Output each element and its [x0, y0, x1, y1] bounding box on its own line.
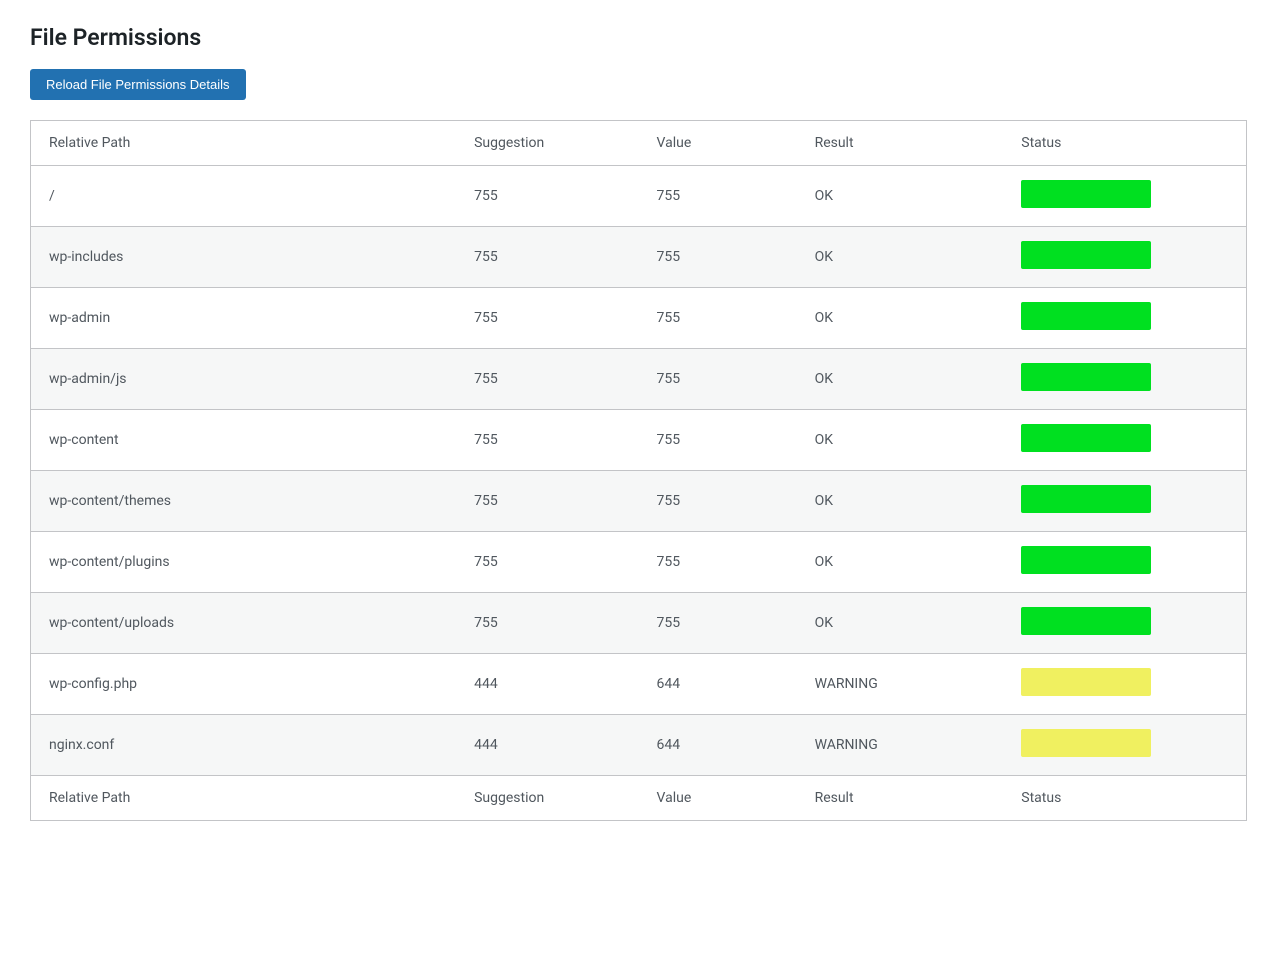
table-row: wp-content755755OK — [31, 410, 1247, 471]
cell-result: OK — [797, 471, 1004, 532]
cell-result: OK — [797, 227, 1004, 288]
status-badge — [1021, 424, 1151, 452]
cell-result: OK — [797, 532, 1004, 593]
cell-path: wp-content — [31, 410, 457, 471]
cell-path: wp-admin — [31, 288, 457, 349]
cell-path: wp-config.php — [31, 654, 457, 715]
cell-suggestion: 755 — [456, 227, 638, 288]
status-badge — [1021, 180, 1151, 208]
footer-path: Relative Path — [31, 776, 457, 821]
cell-status — [1003, 654, 1246, 715]
col-header-path: Relative Path — [31, 121, 457, 166]
table-row: wp-config.php444644WARNING — [31, 654, 1247, 715]
table-row: wp-content/uploads755755OK — [31, 593, 1247, 654]
cell-path: wp-content/plugins — [31, 532, 457, 593]
cell-suggestion: 755 — [456, 349, 638, 410]
col-header-value: Value — [638, 121, 796, 166]
cell-result: OK — [797, 593, 1004, 654]
table-row: /755755OK — [31, 166, 1247, 227]
cell-status — [1003, 410, 1246, 471]
cell-path: wp-content/uploads — [31, 593, 457, 654]
reload-button[interactable]: Reload File Permissions Details — [30, 69, 246, 100]
col-header-status: Status — [1003, 121, 1246, 166]
permissions-table: Relative Path Suggestion Value Result St… — [30, 120, 1247, 821]
cell-result: OK — [797, 288, 1004, 349]
status-badge — [1021, 607, 1151, 635]
col-header-suggestion: Suggestion — [456, 121, 638, 166]
table-row: wp-content/themes755755OK — [31, 471, 1247, 532]
cell-suggestion: 755 — [456, 288, 638, 349]
cell-value: 755 — [638, 349, 796, 410]
cell-status — [1003, 471, 1246, 532]
footer-status: Status — [1003, 776, 1246, 821]
cell-path: / — [31, 166, 457, 227]
cell-result: OK — [797, 166, 1004, 227]
status-badge — [1021, 363, 1151, 391]
cell-suggestion: 755 — [456, 410, 638, 471]
cell-path: wp-includes — [31, 227, 457, 288]
cell-result: WARNING — [797, 715, 1004, 776]
table-row: wp-content/plugins755755OK — [31, 532, 1247, 593]
cell-suggestion: 755 — [456, 471, 638, 532]
table-row: wp-admin755755OK — [31, 288, 1247, 349]
cell-result: OK — [797, 410, 1004, 471]
cell-value: 755 — [638, 471, 796, 532]
cell-status — [1003, 288, 1246, 349]
cell-status — [1003, 532, 1246, 593]
table-row: wp-includes755755OK — [31, 227, 1247, 288]
cell-status — [1003, 593, 1246, 654]
cell-result: WARNING — [797, 654, 1004, 715]
cell-suggestion: 755 — [456, 532, 638, 593]
cell-value: 755 — [638, 410, 796, 471]
table-row: wp-admin/js755755OK — [31, 349, 1247, 410]
table-footer-row: Relative Path Suggestion Value Result St… — [31, 776, 1247, 821]
cell-status — [1003, 715, 1246, 776]
cell-value: 755 — [638, 593, 796, 654]
status-badge — [1021, 485, 1151, 513]
cell-suggestion: 444 — [456, 654, 638, 715]
col-header-result: Result — [797, 121, 1004, 166]
cell-suggestion: 755 — [456, 166, 638, 227]
status-badge — [1021, 302, 1151, 330]
cell-status — [1003, 349, 1246, 410]
status-badge — [1021, 729, 1151, 757]
cell-status — [1003, 166, 1246, 227]
footer-value: Value — [638, 776, 796, 821]
footer-result: Result — [797, 776, 1004, 821]
cell-value: 755 — [638, 166, 796, 227]
cell-path: wp-content/themes — [31, 471, 457, 532]
status-badge — [1021, 668, 1151, 696]
cell-result: OK — [797, 349, 1004, 410]
footer-suggestion: Suggestion — [456, 776, 638, 821]
status-badge — [1021, 241, 1151, 269]
cell-value: 755 — [638, 532, 796, 593]
page-title: File Permissions — [30, 24, 1247, 51]
cell-path: nginx.conf — [31, 715, 457, 776]
cell-path: wp-admin/js — [31, 349, 457, 410]
table-header-row: Relative Path Suggestion Value Result St… — [31, 121, 1247, 166]
cell-status — [1003, 227, 1246, 288]
cell-value: 644 — [638, 654, 796, 715]
cell-value: 755 — [638, 288, 796, 349]
table-row: nginx.conf444644WARNING — [31, 715, 1247, 776]
cell-value: 755 — [638, 227, 796, 288]
cell-suggestion: 444 — [456, 715, 638, 776]
cell-suggestion: 755 — [456, 593, 638, 654]
cell-value: 644 — [638, 715, 796, 776]
status-badge — [1021, 546, 1151, 574]
